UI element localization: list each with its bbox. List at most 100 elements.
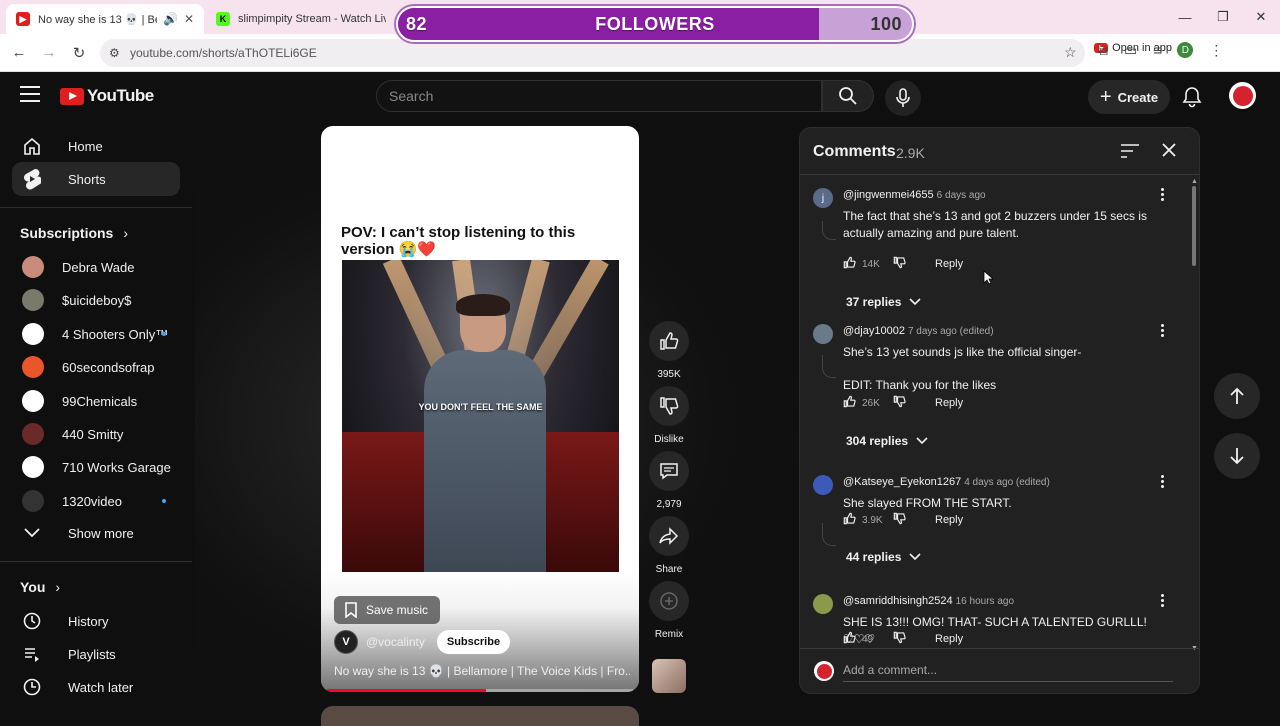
browser-tab-active[interactable]: ▶ No way she is 13 💀 | Bellar 🔊 ✕ bbox=[6, 4, 204, 34]
comment-dislike-button[interactable] bbox=[893, 512, 935, 528]
minimize-icon[interactable]: — bbox=[1166, 0, 1204, 34]
voice-search-button[interactable] bbox=[885, 80, 921, 116]
comment-reply-button[interactable]: Reply bbox=[935, 633, 963, 645]
shorts-video-player[interactable]: POV: I can’t stop listening to this vers… bbox=[321, 126, 639, 692]
comments-button[interactable] bbox=[649, 451, 689, 491]
close-icon[interactable] bbox=[1161, 142, 1177, 158]
commenter-avatar[interactable] bbox=[813, 594, 833, 614]
reload-icon[interactable]: ↻ bbox=[66, 40, 92, 66]
subscriptions-heading[interactable]: Subscriptions › bbox=[20, 225, 128, 241]
audio-source-thumbnail[interactable] bbox=[652, 659, 686, 693]
subscription-item[interactable]: Debra Wade bbox=[12, 250, 180, 284]
share-button[interactable] bbox=[649, 516, 689, 556]
comment-reply-button[interactable]: Reply bbox=[935, 258, 963, 270]
menu-icon[interactable] bbox=[20, 86, 40, 102]
site-info-icon[interactable]: ⚙ bbox=[109, 46, 120, 60]
sidebar-item-history[interactable]: History bbox=[12, 604, 180, 638]
view-replies-button[interactable]: 304 replies bbox=[846, 434, 928, 448]
next-short-preview[interactable] bbox=[321, 706, 639, 726]
you-heading[interactable]: You › bbox=[20, 579, 60, 595]
comment-timestamp[interactable]: 16 hours ago bbox=[956, 596, 1014, 607]
comment-username[interactable]: @samriddhisingh2524 bbox=[843, 595, 953, 607]
like-action[interactable]: 395K bbox=[649, 321, 689, 380]
sidebar-item-shorts[interactable]: Shorts bbox=[12, 162, 180, 196]
comment-dislike-button[interactable] bbox=[893, 631, 935, 647]
add-comment-input[interactable]: Add a comment... bbox=[843, 663, 937, 677]
extensions-icon[interactable]: ⧉ bbox=[1098, 42, 1108, 59]
sidebar-item-home[interactable]: Home bbox=[12, 129, 180, 163]
back-icon[interactable]: ← bbox=[6, 40, 32, 66]
comments-scrollbar[interactable]: ▲ ▼ bbox=[1191, 178, 1198, 652]
sidebar-item-watch-later[interactable]: Watch later bbox=[12, 670, 180, 704]
next-short-button[interactable] bbox=[1214, 433, 1260, 479]
comment-like-button[interactable]: 26K bbox=[843, 395, 893, 411]
previous-short-button[interactable] bbox=[1214, 373, 1260, 419]
youtube-logo[interactable]: YouTube bbox=[60, 86, 154, 106]
remix-action[interactable]: Remix bbox=[649, 581, 689, 640]
comment-reply-button[interactable]: Reply bbox=[935, 514, 963, 526]
comment-dislike-button[interactable] bbox=[893, 256, 935, 272]
subscribe-button[interactable]: Subscribe bbox=[436, 630, 511, 654]
view-replies-button[interactable]: 44 replies bbox=[846, 550, 921, 564]
close-window-icon[interactable]: ✕ bbox=[1242, 0, 1280, 34]
video-title[interactable]: No way she is 13 💀 | Bellamore | The Voi… bbox=[334, 664, 630, 678]
commenter-avatar[interactable]: j bbox=[813, 188, 833, 208]
view-replies-button[interactable]: 37 replies bbox=[846, 295, 921, 309]
restore-icon[interactable]: ❐ bbox=[1204, 0, 1242, 34]
subscription-item[interactable]: 4 Shooters Only™ bbox=[12, 317, 180, 351]
user-avatar[interactable] bbox=[1229, 82, 1256, 109]
commenter-avatar[interactable] bbox=[813, 324, 833, 344]
browser-tab-kick[interactable]: K slimpimpity Stream - Watch Liv bbox=[206, 4, 396, 34]
comment-username[interactable]: @djay10002 bbox=[843, 325, 905, 337]
comment-timestamp[interactable]: 4 days ago (edited) bbox=[964, 477, 1050, 488]
browser-menu-icon[interactable]: ⋮ bbox=[1209, 42, 1223, 59]
comment-more-icon[interactable] bbox=[1154, 188, 1170, 201]
comments-action[interactable]: 2,979 bbox=[649, 451, 689, 510]
comment-like-button[interactable]: 3.9K bbox=[843, 512, 893, 528]
subscription-item[interactable]: 710 Works Garage bbox=[12, 450, 180, 484]
channel-avatar[interactable]: V bbox=[334, 630, 358, 654]
remix-button[interactable] bbox=[649, 581, 689, 621]
media-controls-icon[interactable]: ≡ bbox=[1153, 42, 1161, 59]
show-more-button[interactable]: Show more bbox=[12, 516, 180, 550]
comment-more-icon[interactable] bbox=[1154, 324, 1170, 337]
like-button[interactable] bbox=[649, 321, 689, 361]
tab-close-icon[interactable]: ✕ bbox=[184, 12, 194, 26]
commenter-avatar[interactable] bbox=[813, 475, 833, 495]
comment-like-button[interactable]: 14K bbox=[843, 256, 893, 272]
comment-reply-button[interactable]: Reply bbox=[935, 397, 963, 409]
subscription-item[interactable]: 60secondsofrap bbox=[12, 350, 180, 384]
notifications-bell-icon[interactable] bbox=[1182, 86, 1202, 108]
channel-handle[interactable]: @vocalinty bbox=[366, 635, 425, 649]
search-button[interactable] bbox=[822, 80, 874, 112]
video-progress-bar[interactable] bbox=[327, 689, 633, 692]
comment-dislike-button[interactable] bbox=[893, 395, 935, 411]
speaker-icon[interactable]: 🔊 bbox=[163, 12, 178, 26]
share-action[interactable]: Share bbox=[649, 516, 689, 575]
comment-like-button[interactable]: 49 bbox=[843, 631, 893, 647]
create-button[interactable]: + Create bbox=[1088, 80, 1170, 114]
comment-username[interactable]: @Katseye_Eyekon1267 bbox=[843, 476, 961, 488]
save-music-button[interactable]: Save music bbox=[334, 596, 441, 624]
dislike-button[interactable] bbox=[649, 386, 689, 426]
scrollbar-thumb[interactable] bbox=[1192, 186, 1196, 266]
comment-timestamp[interactable]: 6 days ago bbox=[937, 190, 986, 201]
comment-timestamp[interactable]: 7 days ago (edited) bbox=[908, 326, 994, 337]
cast-icon[interactable]: ▭ bbox=[1124, 42, 1137, 59]
new-content-dot bbox=[162, 499, 166, 503]
forward-icon[interactable]: → bbox=[36, 40, 62, 66]
subscription-item[interactable]: 440 Smitty bbox=[12, 417, 180, 451]
dislike-action[interactable]: Dislike bbox=[649, 386, 689, 445]
subscription-item[interactable]: $uicideboy$ bbox=[12, 283, 180, 317]
sort-icon[interactable] bbox=[1120, 143, 1140, 159]
comment-username[interactable]: @jingwenmei4655 bbox=[843, 189, 934, 201]
subscription-item[interactable]: 99Chemicals bbox=[12, 384, 180, 418]
subscription-item[interactable]: 1320video bbox=[12, 484, 180, 518]
profile-avatar[interactable]: D bbox=[1177, 42, 1194, 58]
search-input[interactable]: Search bbox=[376, 80, 822, 112]
sidebar-item-playlists[interactable]: Playlists bbox=[12, 637, 180, 671]
url-field[interactable]: ⚙ youtube.com/shorts/aThOTELi6GE bbox=[100, 39, 1085, 67]
comment-more-icon[interactable] bbox=[1154, 594, 1170, 607]
comment-more-icon[interactable] bbox=[1154, 475, 1170, 488]
bookmark-star-icon[interactable]: ☆ bbox=[1064, 44, 1077, 61]
